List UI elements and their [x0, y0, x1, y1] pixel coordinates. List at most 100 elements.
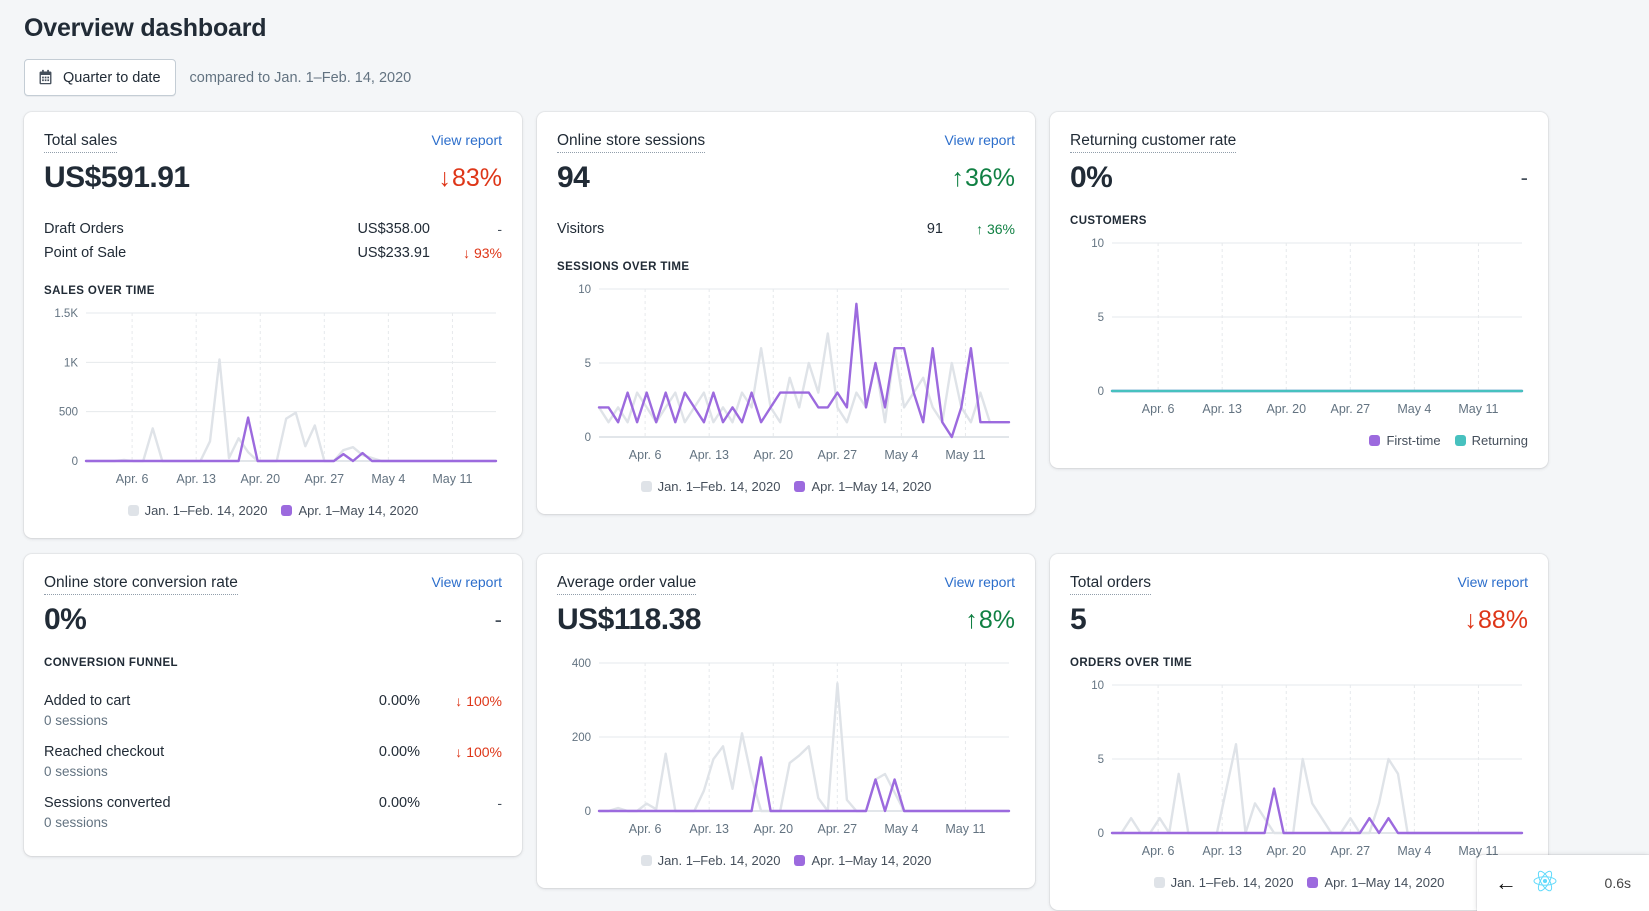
card-header: Total orders View report — [1070, 574, 1528, 595]
card-title-returning[interactable]: Returning customer rate — [1070, 132, 1236, 153]
svg-text:10: 10 — [1091, 680, 1104, 692]
chart-label-funnel: CONVERSION FUNNEL — [44, 657, 502, 669]
funnel-name: Added to cart — [44, 693, 300, 709]
arrow-down-icon: ↓ — [1464, 606, 1477, 635]
legend-item-previous[interactable]: Jan. 1–Feb. 14, 2020 — [641, 853, 781, 868]
chart-label-sessions: SESSIONS OVER TIME — [557, 261, 1015, 273]
legend-item-current[interactable]: Apr. 1–May 14, 2020 — [794, 853, 931, 868]
chart-average-order-value: 0200400Apr. 6Apr. 13Apr. 20Apr. 27May 4M… — [557, 655, 1015, 845]
date-range-button[interactable]: Quarter to date — [24, 59, 176, 96]
card-title-sessions[interactable]: Online store sessions — [557, 132, 705, 153]
legend-label: Apr. 1–May 14, 2020 — [1324, 875, 1444, 890]
legend-swatch-gray — [128, 505, 139, 516]
arrow-down-icon: ↓ — [438, 164, 451, 193]
svg-text:Apr. 20: Apr. 20 — [240, 472, 280, 486]
funnel-sessions: 0 sessions — [44, 713, 300, 728]
svg-text:Apr. 20: Apr. 20 — [753, 822, 793, 836]
svg-text:May 4: May 4 — [884, 448, 918, 462]
table-row: Draft Orders US$358.00 - — [44, 217, 502, 241]
metric-value-total-sales: US$591.91 — [44, 161, 190, 195]
svg-text:Apr. 6: Apr. 6 — [1142, 844, 1175, 858]
funnel-left: Added to cart 0 sessions — [44, 693, 300, 728]
metric-delta-aov: ↑8% — [965, 606, 1015, 635]
view-report-link-sessions[interactable]: View report — [944, 132, 1015, 148]
legend-label: Apr. 1–May 14, 2020 — [811, 853, 931, 868]
chart-orders-over-time: 0510Apr. 6Apr. 13Apr. 20Apr. 27May 4May … — [1070, 677, 1528, 867]
card-total-orders: Total orders View report 5 ↓88% ORDERS O… — [1050, 554, 1548, 910]
legend-label: Jan. 1–Feb. 14, 2020 — [145, 503, 268, 518]
card-title-aov[interactable]: Average order value — [557, 574, 696, 595]
view-report-link-total-sales[interactable]: View report — [431, 132, 502, 148]
metric-delta-total-orders: ↓88% — [1464, 606, 1528, 635]
chart-sessions-over-time: 0510Apr. 6Apr. 13Apr. 20Apr. 27May 4May … — [557, 281, 1015, 471]
legend-item-returning[interactable]: Returning — [1455, 433, 1528, 448]
metric-row: 0% - — [1070, 161, 1528, 195]
view-report-link-conversion[interactable]: View report — [431, 574, 502, 590]
svg-text:0: 0 — [585, 806, 591, 818]
chart-svg: 0510Apr. 6Apr. 13Apr. 20Apr. 27May 4May … — [557, 281, 1015, 471]
chart-legend: First-time Returning — [1070, 433, 1528, 448]
react-devtools-overlay: ← 0.6s — [1477, 855, 1649, 911]
legend-item-previous[interactable]: Jan. 1–Feb. 14, 2020 — [128, 503, 268, 518]
legend-swatch-purple — [281, 505, 292, 516]
row-label: Visitors — [557, 221, 793, 237]
svg-text:Apr. 20: Apr. 20 — [1266, 402, 1306, 416]
legend-item-first-time[interactable]: First-time — [1369, 433, 1440, 448]
page-title: Overview dashboard — [24, 0, 1625, 48]
card-header: Online store conversion rate View report — [44, 574, 502, 595]
svg-text:5: 5 — [1098, 312, 1104, 324]
card-online-store-sessions: Online store sessions View report 94 ↑36… — [537, 112, 1035, 514]
svg-text:10: 10 — [1091, 238, 1104, 250]
chart-legend: Jan. 1–Feb. 14, 2020 Apr. 1–May 14, 2020 — [44, 503, 502, 518]
card-title-conversion[interactable]: Online store conversion rate — [44, 574, 238, 595]
svg-text:Apr. 6: Apr. 6 — [1142, 402, 1175, 416]
row-delta: ↓ 93% — [430, 245, 502, 261]
svg-text:Apr. 13: Apr. 13 — [1202, 844, 1242, 858]
legend-item-current[interactable]: Apr. 1–May 14, 2020 — [281, 503, 418, 518]
svg-text:10: 10 — [578, 284, 591, 296]
view-report-link-aov[interactable]: View report — [944, 574, 1015, 590]
legend-label: Apr. 1–May 14, 2020 — [811, 479, 931, 494]
legend-item-previous[interactable]: Jan. 1–Feb. 14, 2020 — [1154, 875, 1294, 890]
card-title-total-sales[interactable]: Total sales — [44, 132, 117, 153]
legend-swatch-purple — [794, 855, 805, 866]
card-title-total-orders[interactable]: Total orders — [1070, 574, 1151, 595]
chart-svg: 0200400Apr. 6Apr. 13Apr. 20Apr. 27May 4M… — [557, 655, 1015, 845]
metric-row: 5 ↓88% — [1070, 603, 1528, 637]
legend-swatch-gray — [1154, 877, 1165, 888]
chart-label-orders: ORDERS OVER TIME — [1070, 657, 1528, 669]
svg-text:Apr. 13: Apr. 13 — [689, 822, 729, 836]
column-mid-bottom: Average order value View report US$118.3… — [537, 554, 1035, 904]
legend-item-current[interactable]: Apr. 1–May 14, 2020 — [794, 479, 931, 494]
legend-swatch-teal — [1455, 435, 1466, 446]
metric-delta-sessions: ↑36% — [951, 164, 1015, 193]
card-header: Online store sessions View report — [557, 132, 1015, 153]
funnel-sessions: 0 sessions — [44, 764, 300, 779]
metric-row: 94 ↑36% — [557, 161, 1015, 195]
card-average-order-value: Average order value View report US$118.3… — [537, 554, 1035, 888]
card-header: Returning customer rate — [1070, 132, 1528, 153]
svg-text:May 11: May 11 — [1458, 402, 1498, 416]
funnel-name: Reached checkout — [44, 744, 300, 760]
chart-sales-over-time: 05001K1.5KApr. 6Apr. 13Apr. 20Apr. 27May… — [44, 305, 502, 495]
funnel-percent: 0.00% — [300, 795, 420, 811]
svg-text:Apr. 13: Apr. 13 — [689, 448, 729, 462]
svg-text:500: 500 — [59, 407, 78, 419]
column-right-bottom: Total orders View report 5 ↓88% ORDERS O… — [1050, 554, 1548, 911]
metric-delta-conversion: - — [495, 607, 502, 633]
metric-delta-total-sales: ↓83% — [438, 164, 502, 193]
card-total-sales: Total sales View report US$591.91 ↓83% D… — [24, 112, 522, 538]
row-amount: US$358.00 — [280, 221, 430, 237]
arrow-up-icon: ↑ — [951, 164, 964, 193]
svg-text:May 4: May 4 — [1397, 402, 1431, 416]
legend-item-current[interactable]: Apr. 1–May 14, 2020 — [1307, 875, 1444, 890]
row-amount: 91 — [793, 221, 943, 237]
funnel-percent: 0.00% — [300, 744, 420, 760]
arrow-left-icon[interactable]: ← — [1495, 872, 1517, 894]
react-logo-icon[interactable] — [1533, 869, 1557, 898]
metric-value-aov: US$118.38 — [557, 603, 701, 637]
chart-label-customers: CUSTOMERS — [1070, 215, 1528, 227]
view-report-link-total-orders[interactable]: View report — [1457, 574, 1528, 590]
funnel-percent: 0.00% — [300, 693, 420, 709]
legend-item-previous[interactable]: Jan. 1–Feb. 14, 2020 — [641, 479, 781, 494]
